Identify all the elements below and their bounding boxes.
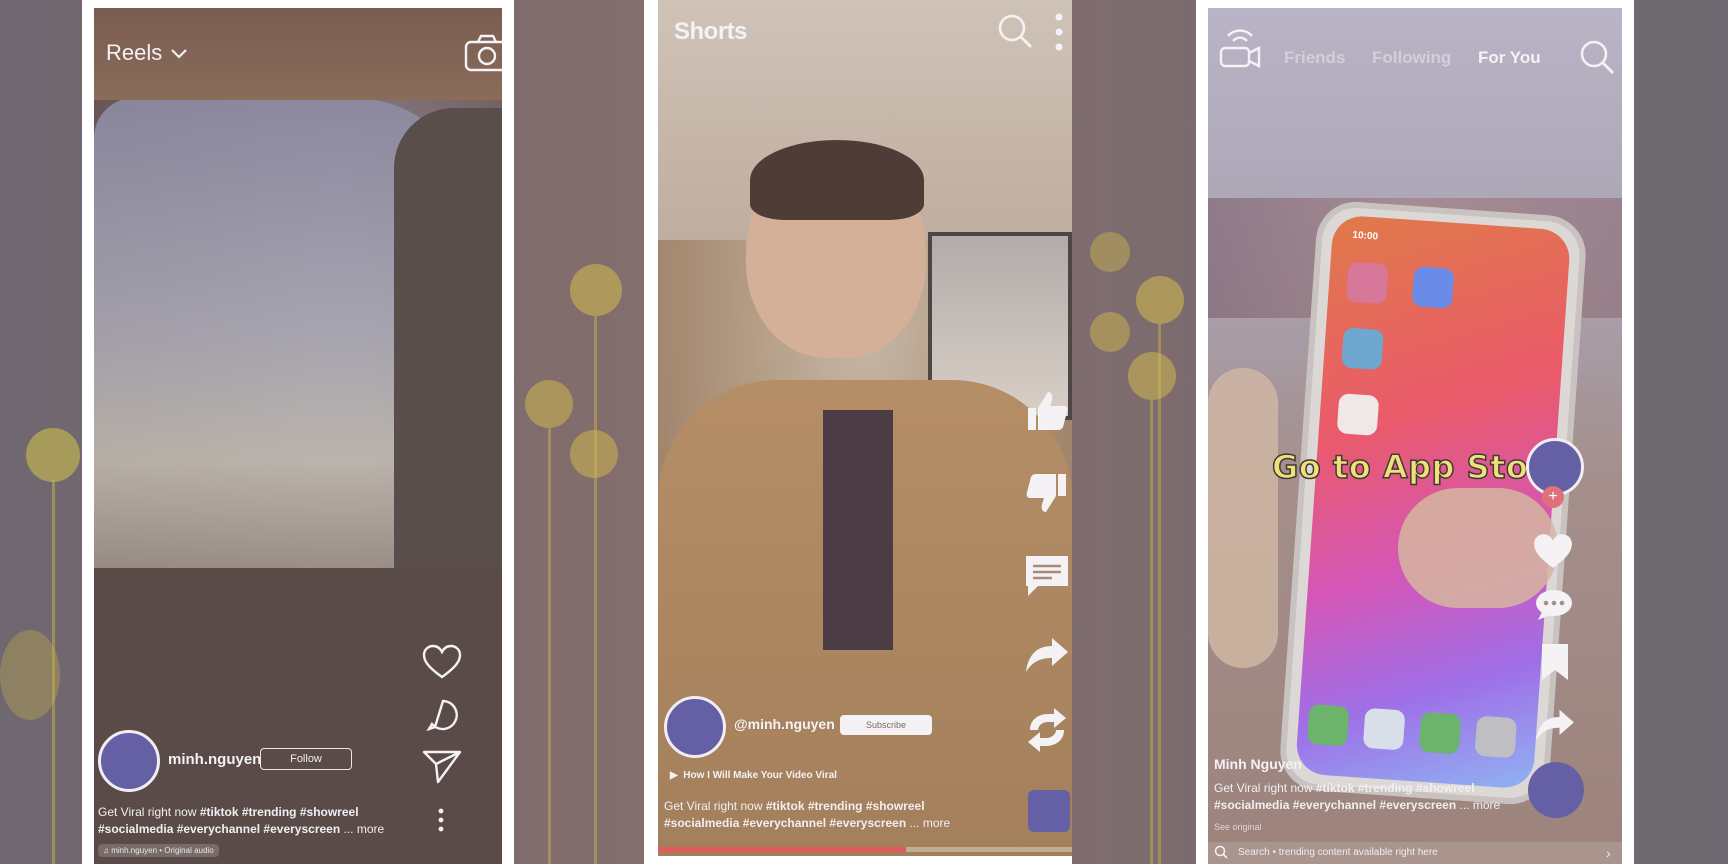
caption-hashtags[interactable]: #tiktok #trending #showreel	[766, 799, 925, 813]
heart-icon[interactable]	[1532, 532, 1574, 570]
caption: Get Viral right now #tiktok #trending #s…	[1214, 780, 1524, 814]
send-icon[interactable]	[422, 748, 462, 784]
caption-more[interactable]: ... more	[1456, 798, 1501, 812]
comment-icon[interactable]	[1024, 554, 1070, 598]
see-original-link[interactable]: See original	[1214, 822, 1262, 832]
reels-title-text: Reels	[106, 40, 163, 65]
reels-video[interactable]: Reels minh.nguyen Follow Get Viral right…	[94, 8, 502, 864]
tiktok-video[interactable]: 10:00 Friends Following For You Go to Ap…	[1208, 8, 1622, 864]
audio-label-text: minh.nguyen • Original audio	[111, 846, 214, 855]
search-icon[interactable]	[1578, 38, 1616, 76]
search-icon	[1214, 845, 1228, 859]
shorts-title[interactable]: Shorts	[674, 18, 748, 46]
app-icon	[1411, 266, 1455, 309]
bokeh-light	[1090, 232, 1130, 272]
sound-disc[interactable]	[1528, 762, 1584, 818]
comment-icon[interactable]	[1534, 588, 1574, 622]
chevron-right-icon: ›	[1606, 845, 1611, 861]
camera-icon[interactable]	[464, 34, 502, 72]
video-overlay-text: Go to App Store	[1271, 447, 1567, 487]
video-scene	[750, 140, 924, 220]
bokeh-light	[570, 264, 622, 316]
caption: Get Viral right now #tiktok #trending #s…	[98, 804, 428, 838]
caption-hashtags[interactable]: #tiktok #trending #showreel	[1316, 781, 1475, 795]
shorts-video[interactable]: Shorts @minh.nguyen Subscribe ▶ How I Wi…	[658, 0, 1072, 856]
caption-text: Get Viral right now	[98, 805, 200, 819]
app-icon	[1474, 715, 1518, 759]
video-title-text: How I Will Make Your Video Viral	[683, 770, 837, 781]
remix-icon[interactable]	[1024, 708, 1070, 752]
share-icon[interactable]	[1534, 708, 1576, 744]
plus-icon[interactable]: +	[1542, 486, 1564, 508]
tiktok-panel: 10:00 Friends Following For You Go to Ap…	[1196, 0, 1634, 864]
app-icon	[1362, 707, 1406, 751]
audio-label[interactable]: ♫ minh.nguyen • Original audio	[98, 844, 219, 857]
bokeh-light	[0, 630, 60, 720]
caption-more[interactable]: ... more	[340, 822, 385, 836]
phone-time: 10:00	[1352, 229, 1379, 243]
live-icon[interactable]	[1218, 26, 1262, 70]
caption-hashtags[interactable]: #socialmedia #everychannel #everyscreen	[664, 816, 906, 830]
app-icon	[1341, 327, 1384, 371]
video-title[interactable]: ▶ How I Will Make Your Video Viral	[670, 770, 837, 781]
bokeh-light	[26, 428, 80, 482]
chevron-down-icon	[170, 48, 188, 60]
author-name[interactable]: Minh Nguyen	[1214, 756, 1302, 772]
bokeh-light	[1090, 312, 1130, 352]
search-bar[interactable]: Search • trending content available righ…	[1208, 842, 1622, 864]
bokeh-stem	[1150, 400, 1153, 864]
caption-more[interactable]: ... more	[906, 816, 951, 830]
caption-hashtags[interactable]: #socialmedia #everychannel #everyscreen	[98, 822, 340, 836]
music-icon: ♫	[103, 846, 112, 855]
channel-name[interactable]: @minh.nguyen	[734, 716, 835, 732]
app-icon	[1345, 261, 1389, 305]
shorts-panel: Shorts @minh.nguyen Subscribe ▶ How I Wi…	[644, 0, 1072, 864]
play-icon: ▶	[670, 770, 681, 781]
avatar[interactable]	[664, 696, 726, 758]
progress-track[interactable]	[658, 847, 1072, 852]
bokeh-light	[1136, 276, 1184, 324]
dislike-icon[interactable]	[1024, 472, 1070, 516]
bokeh-light	[570, 430, 618, 478]
video-scene	[1208, 368, 1278, 668]
avatar[interactable]	[98, 730, 160, 792]
progress-fill	[658, 847, 907, 852]
follow-button[interactable]: Follow	[260, 748, 352, 770]
caption-text: Get Viral right now	[664, 799, 766, 813]
tab-friends[interactable]: Friends	[1284, 48, 1345, 68]
bokeh-stem	[548, 428, 551, 864]
reels-panel: Reels minh.nguyen Follow Get Viral right…	[82, 0, 514, 864]
reels-title[interactable]: Reels	[106, 40, 188, 66]
bokeh-light	[525, 380, 573, 428]
bookmark-icon[interactable]	[1540, 642, 1570, 682]
username[interactable]: minh.nguyen	[168, 751, 261, 768]
subscribe-button[interactable]: Subscribe	[840, 715, 932, 735]
bokeh-stem	[594, 316, 597, 864]
tab-following[interactable]: Following	[1372, 48, 1451, 68]
more-vertical-icon[interactable]	[1054, 12, 1064, 52]
bokeh-stem	[1158, 324, 1161, 864]
caption-hashtags[interactable]: #socialmedia #everychannel #everyscreen	[1214, 798, 1456, 812]
caption: Get Viral right now #tiktok #trending #s…	[664, 798, 1004, 832]
bokeh-light	[1128, 352, 1176, 400]
comment-icon[interactable]	[426, 698, 460, 732]
more-icon[interactable]	[438, 808, 444, 832]
like-icon[interactable]	[1024, 388, 1070, 432]
app-icon	[1336, 393, 1380, 436]
caption-hashtags[interactable]: #tiktok #trending #showreel	[200, 805, 359, 819]
search-placeholder: Search • trending content available righ…	[1238, 847, 1438, 858]
video-scene	[823, 410, 893, 650]
app-icon	[1418, 711, 1462, 755]
app-icon	[1306, 703, 1350, 747]
caption-text: Get Viral right now	[1214, 781, 1316, 795]
tab-for-you[interactable]: For You	[1478, 48, 1541, 68]
share-icon[interactable]	[1024, 636, 1070, 676]
sound-thumbnail[interactable]	[1028, 790, 1070, 832]
heart-icon[interactable]	[422, 644, 462, 680]
search-icon[interactable]	[996, 12, 1034, 50]
